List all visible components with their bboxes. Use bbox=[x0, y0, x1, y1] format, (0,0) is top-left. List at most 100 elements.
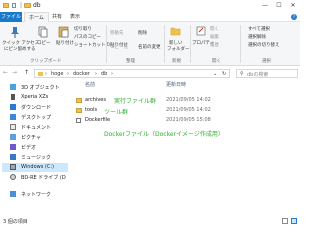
copy-button[interactable]: コピー bbox=[37, 40, 51, 46]
nav-item-pictures[interactable]: ピクチャ bbox=[10, 133, 68, 142]
refresh-icon[interactable]: ↻ bbox=[222, 71, 226, 77]
nav-item-xperia[interactable]: Xperia XZs bbox=[10, 93, 68, 102]
file-list: 名前 更新日時 archives 2021/09/05 14:02 tools … bbox=[70, 80, 300, 215]
nav-item-downloads[interactable]: ダウンロード bbox=[10, 103, 68, 112]
rename-button[interactable]: 名前の変更 bbox=[138, 44, 161, 50]
status-bar: 3 個の項目 bbox=[0, 215, 300, 227]
nav-item-label: BD-RE ドライブ (D bbox=[21, 175, 66, 181]
forward-button[interactable]: → bbox=[12, 69, 17, 76]
select-all-button[interactable]: すべて選択 bbox=[248, 26, 270, 32]
clipboard-group-label: クリップボード bbox=[30, 59, 62, 64]
close-button[interactable]: ✕ bbox=[286, 0, 300, 12]
picture-icon bbox=[10, 134, 16, 140]
nav-item-label: ダウンロード bbox=[21, 105, 52, 111]
edit-button[interactable]: 編集 bbox=[210, 34, 219, 40]
nav-item-label: Windows (C:) bbox=[21, 164, 54, 170]
pin-icon[interactable] bbox=[10, 26, 20, 38]
window-title: db bbox=[33, 2, 41, 9]
move-to-button[interactable]: 移動先 bbox=[110, 30, 124, 36]
address-bar[interactable]: › hoge › docker › db › ⌄ ↻ bbox=[34, 69, 230, 78]
large-icons-view-icon[interactable] bbox=[291, 218, 297, 224]
open-button[interactable]: 開く bbox=[210, 26, 219, 32]
column-header-date[interactable]: 更新日時 bbox=[166, 81, 186, 88]
minimize-button[interactable]: — bbox=[258, 0, 272, 12]
nav-item-label: 3D オブジェクト bbox=[21, 85, 60, 91]
download-icon bbox=[10, 104, 16, 110]
nav-item-3d-objects[interactable]: 3D オブジェクト bbox=[10, 83, 68, 92]
nav-item-windows-c[interactable]: Windows (C:) bbox=[2, 163, 68, 172]
folder-icon bbox=[76, 108, 82, 113]
file-date: 2021/09/05 14:02 bbox=[166, 97, 211, 103]
copy-path-button[interactable]: パスのコピー bbox=[74, 34, 101, 40]
back-button[interactable]: ← bbox=[3, 69, 8, 76]
organize-group-label: 整理 bbox=[126, 59, 135, 64]
column-header-name[interactable]: 名前 bbox=[85, 81, 95, 88]
new-folder-icon[interactable] bbox=[170, 26, 181, 36]
up-button[interactable]: ↑ bbox=[24, 69, 29, 76]
tab-file[interactable]: ファイル bbox=[0, 12, 22, 22]
copy-icon[interactable] bbox=[38, 26, 48, 38]
file-row-dockerfile[interactable]: Dockerfile 2021/09/05 15:08 bbox=[70, 116, 300, 125]
breadcrumb-separator: › bbox=[45, 71, 47, 77]
breadcrumb-separator: › bbox=[67, 71, 69, 77]
folder-icon bbox=[24, 3, 31, 8]
nav-item-music[interactable]: ミュージック bbox=[10, 153, 68, 162]
item-count: 3 個の項目 bbox=[3, 219, 28, 225]
maximize-button[interactable]: ☐ bbox=[272, 0, 286, 12]
nav-item-label: ネットワーク bbox=[21, 192, 52, 198]
nav-item-desktop[interactable]: デスクトップ bbox=[10, 113, 68, 122]
open-group-label: 開く bbox=[212, 59, 221, 64]
pin-quick-access-label2[interactable]: にピン留めする bbox=[4, 46, 36, 52]
nav-item-documents[interactable]: ドキュメント bbox=[10, 123, 68, 132]
file-date: 2021/09/05 14:02 bbox=[166, 107, 211, 113]
file-row-archives[interactable]: archives 2021/09/05 14:02 bbox=[70, 96, 300, 105]
ribbon-separator bbox=[190, 25, 191, 63]
annotation-dockerfile: Dockerファイル（Dockerイメージ作成用） bbox=[104, 131, 224, 138]
properties-icon[interactable] bbox=[196, 26, 206, 36]
properties-quick-icon[interactable] bbox=[3, 3, 9, 8]
ribbon: クイック アクセス にピン留めする コピー 貼り付け 切り取り パスのコピー シ… bbox=[0, 22, 300, 66]
cut-button[interactable]: 切り取り bbox=[74, 26, 92, 32]
nav-item-bd-drive[interactable]: BD-RE ドライブ (D bbox=[10, 173, 68, 182]
search-box[interactable]: ⚲ dbの検索 bbox=[236, 69, 298, 78]
paste-button[interactable]: 貼り付け bbox=[56, 40, 74, 46]
nav-item-label: Xperia XZs bbox=[21, 94, 49, 100]
new-folder-quick-icon[interactable] bbox=[12, 3, 16, 8]
annotation-tools: ツール群 bbox=[104, 109, 129, 116]
navigation-pane: 3D オブジェクト Xperia XZs ダウンロード デスクトップ ドキュメン… bbox=[0, 80, 69, 215]
invert-selection-button[interactable]: 選択の切り替え bbox=[248, 42, 280, 48]
nav-item-label: ドキュメント bbox=[21, 125, 52, 131]
delete-button[interactable]: 削除 bbox=[138, 30, 147, 36]
select-none-button[interactable]: 選択解除 bbox=[248, 34, 266, 40]
details-view-icon[interactable] bbox=[282, 218, 288, 224]
file-name: Dockerfile bbox=[85, 117, 111, 123]
history-button[interactable]: 履歴 bbox=[210, 42, 219, 48]
drive-icon bbox=[10, 164, 16, 170]
music-icon bbox=[10, 154, 16, 160]
tab-view[interactable]: 表示 bbox=[66, 12, 84, 22]
help-icon[interactable]: ? bbox=[291, 14, 297, 20]
search-icon: ⚲ bbox=[240, 71, 244, 77]
breadcrumb-db[interactable]: db bbox=[101, 71, 107, 77]
breadcrumb-separator: › bbox=[111, 71, 113, 77]
ribbon-tabs: ファイル ホーム 共有 表示 ? bbox=[0, 12, 300, 22]
tab-share[interactable]: 共有 bbox=[48, 12, 66, 22]
disc-icon bbox=[10, 174, 16, 180]
chevron-down-icon[interactable]: ⌄ bbox=[213, 71, 217, 77]
copy-to-button[interactable]: コピー先 bbox=[110, 44, 128, 50]
breadcrumb-docker[interactable]: docker bbox=[73, 71, 90, 77]
nav-item-label: ピクチャ bbox=[21, 135, 41, 141]
video-icon bbox=[10, 144, 16, 150]
title-bar: | db — ☐ ✕ bbox=[0, 0, 300, 12]
nav-item-label: ミュージック bbox=[21, 155, 51, 161]
nav-item-videos[interactable]: ビデオ bbox=[10, 143, 68, 152]
new-group-label: 新規 bbox=[172, 59, 181, 64]
new-folder-button2[interactable]: フォルダー bbox=[167, 46, 190, 52]
tab-home[interactable]: ホーム bbox=[24, 12, 49, 22]
quick-access-separator: | bbox=[20, 2, 23, 9]
breadcrumb-separator: › bbox=[95, 71, 97, 77]
nav-item-network[interactable]: ネットワーク bbox=[10, 190, 68, 199]
breadcrumb-hoge[interactable]: hoge bbox=[51, 71, 63, 77]
nav-item-label: デスクトップ bbox=[21, 115, 52, 121]
paste-icon[interactable] bbox=[58, 25, 70, 38]
